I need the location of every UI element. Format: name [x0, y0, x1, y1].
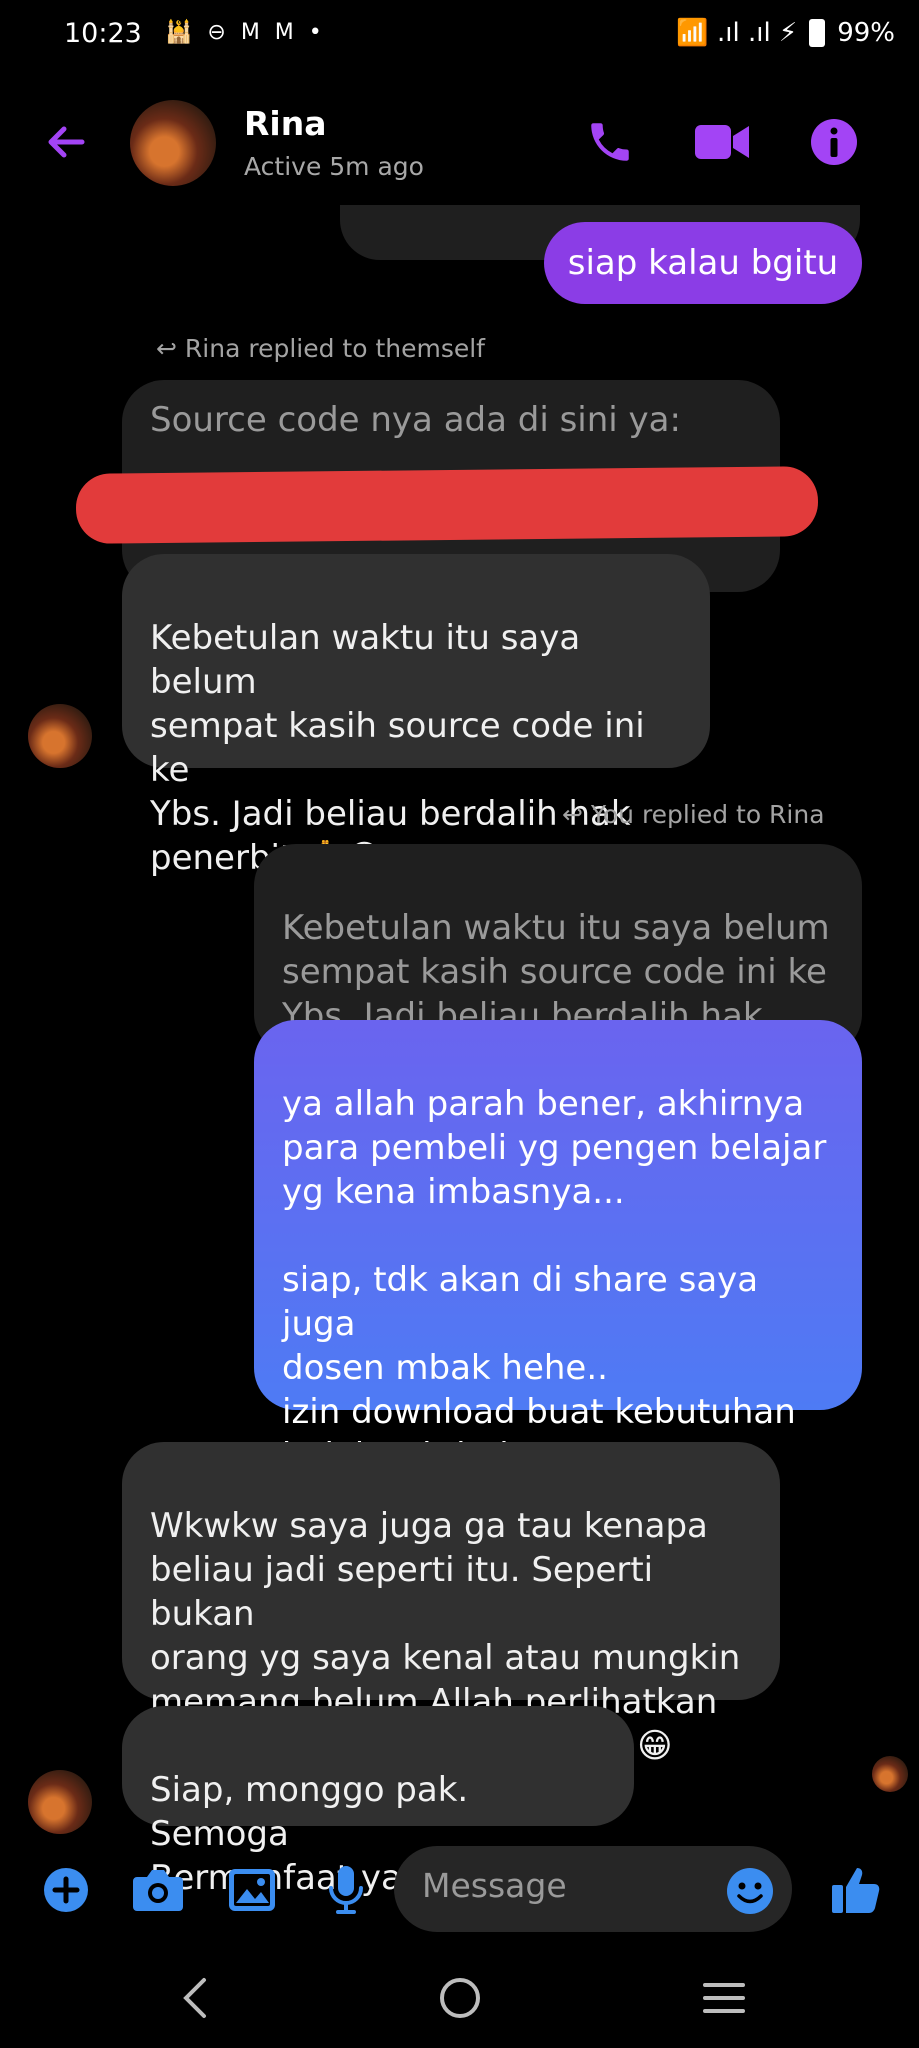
active-status: Active 5m ago — [244, 152, 424, 181]
nav-recents-icon[interactable] — [694, 1968, 754, 2028]
video-icon[interactable] — [692, 112, 752, 172]
message-text: ya allah parah bener, akhirnya para pemb… — [282, 1084, 827, 1476]
gallery-icon[interactable] — [224, 1862, 280, 1918]
emoji-icon[interactable] — [722, 1863, 778, 1919]
incoming-message[interactable]: Siap, monggo pak. Semoga Bermanfaat yaa … — [122, 1706, 634, 1898]
contact-name[interactable]: Rina — [244, 104, 326, 143]
status-time: 10:23 — [64, 18, 142, 49]
status-right: 📶 .ıl .ıl ⚡ 99% — [676, 18, 895, 48]
camera-icon[interactable] — [130, 1862, 186, 1918]
avatar[interactable] — [28, 1770, 92, 1834]
battery-level: 99% — [837, 18, 895, 48]
back-arrow-icon[interactable] — [42, 118, 90, 166]
info-icon[interactable] — [804, 112, 864, 172]
message-text: siap kalau bgitu — [567, 243, 839, 283]
phone-icon[interactable] — [580, 112, 640, 172]
reply-note: ↩ Rina replied to themself — [156, 334, 485, 363]
message-placeholder: Message — [422, 1866, 567, 1905]
quoted-text: Source code nya ada di sini ya: — [150, 400, 681, 440]
nav-back-icon[interactable] — [164, 1968, 224, 2028]
reply-note: ↩ You replied to Rina — [562, 800, 825, 829]
signal-icons: 📶 .ıl .ıl ⚡ — [676, 18, 798, 48]
avatar[interactable] — [28, 704, 92, 768]
outgoing-message[interactable]: ya allah parah bener, akhirnya para pemb… — [254, 1020, 862, 1476]
reply-arrow-icon: ↩ — [156, 334, 177, 363]
battery-icon — [809, 19, 826, 47]
outgoing-message[interactable]: siap kalau bgitu — [544, 222, 862, 304]
status-notification-icons: 🕌 ⊖ M M • — [165, 20, 326, 45]
message-text: Kebetulan waktu itu saya belum sempat ka… — [150, 618, 645, 878]
seen-avatar — [872, 1756, 908, 1792]
like-icon[interactable] — [828, 1862, 884, 1918]
mic-icon[interactable] — [318, 1862, 374, 1918]
incoming-message[interactable]: Kebetulan waktu itu saya belum sempat ka… — [122, 554, 710, 878]
reply-arrow-icon: ↩ — [562, 800, 583, 829]
plus-icon[interactable] — [38, 1862, 94, 1918]
nav-home-icon[interactable] — [430, 1968, 490, 2028]
avatar[interactable] — [130, 100, 216, 186]
incoming-message[interactable]: Wkwkw saya juga ga tau kenapa beliau jad… — [122, 1442, 780, 1766]
redaction-mark — [75, 466, 819, 544]
